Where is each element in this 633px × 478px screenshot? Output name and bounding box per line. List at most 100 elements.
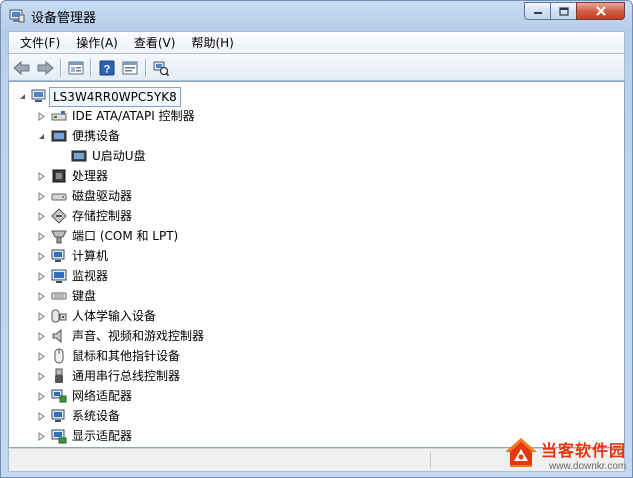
tree-node[interactable]: 鼠标和其他指针设备 bbox=[9, 346, 624, 366]
tree-node[interactable]: 监视器 bbox=[9, 266, 624, 286]
forward-button[interactable] bbox=[35, 58, 55, 78]
update-driver-button[interactable] bbox=[120, 58, 140, 78]
expand-arrow-icon[interactable] bbox=[37, 352, 46, 361]
expand-arrow-icon[interactable] bbox=[37, 212, 46, 221]
window-title: 设备管理器 bbox=[31, 11, 97, 26]
expand-arrow-icon[interactable] bbox=[37, 432, 46, 441]
tree-node[interactable]: 人体学输入设备 bbox=[9, 306, 624, 326]
expand-arrow-icon[interactable] bbox=[37, 232, 46, 241]
tree-node-label[interactable]: IDE ATA/ATAPI 控制器 bbox=[72, 108, 195, 124]
tree-node[interactable]: 磁盘驱动器 bbox=[9, 186, 624, 206]
title-bar[interactable]: 设备管理器 bbox=[1, 1, 632, 29]
properties-icon bbox=[68, 61, 84, 75]
house-logo-icon bbox=[505, 438, 537, 467]
toolbar-separator bbox=[60, 59, 61, 77]
tree-node-label[interactable]: 端口 (COM 和 LPT) bbox=[72, 228, 178, 244]
expand-arrow-icon[interactable] bbox=[37, 112, 46, 121]
minimize-icon bbox=[533, 12, 542, 14]
expand-arrow-icon[interactable] bbox=[37, 272, 46, 281]
tree-node-label[interactable]: 监视器 bbox=[72, 268, 108, 284]
collapse-arrow-icon[interactable] bbox=[18, 92, 27, 101]
tree-node[interactable]: 声音、视频和游戏控制器 bbox=[9, 326, 624, 346]
tree-node-label[interactable]: 键盘 bbox=[72, 288, 96, 304]
help-icon: ? bbox=[99, 60, 115, 76]
tree-node-label[interactable]: 声音、视频和游戏控制器 bbox=[72, 328, 204, 344]
forward-arrow-icon bbox=[37, 61, 54, 75]
display-adapter-icon bbox=[51, 429, 67, 444]
hid-icon bbox=[51, 309, 67, 323]
tree-node[interactable]: 计算机 bbox=[9, 246, 624, 266]
tree-node[interactable]: 存储控制器 bbox=[9, 206, 624, 226]
properties-button[interactable] bbox=[66, 58, 86, 78]
tree-node-label[interactable]: 网络适配器 bbox=[72, 388, 132, 404]
tree-node[interactable]: 便携设备 bbox=[9, 126, 624, 146]
menu-action[interactable]: 操作(A) bbox=[70, 33, 124, 53]
expand-arrow-icon[interactable] bbox=[37, 192, 46, 201]
tree-node[interactable]: 网络适配器 bbox=[9, 386, 624, 406]
menu-bar: 文件(F) 操作(A) 查看(V) 帮助(H) bbox=[8, 31, 625, 53]
tree-node-label[interactable]: 人体学输入设备 bbox=[72, 308, 156, 324]
close-button[interactable] bbox=[576, 2, 625, 20]
computer-icon bbox=[31, 89, 46, 102]
computer-name[interactable]: LS3W4RR0WPC5YK8 bbox=[49, 87, 181, 107]
processor-icon bbox=[52, 169, 66, 183]
menu-file[interactable]: 文件(F) bbox=[14, 33, 66, 53]
tree-node-label[interactable]: 系统设备 bbox=[72, 408, 120, 424]
tree-node-label[interactable]: 便携设备 bbox=[72, 128, 120, 144]
tree-node-child[interactable]: U启动U盘 bbox=[9, 146, 624, 166]
device-tree[interactable]: LS3W4RR0WPC5YK8 IDE ATA/ATAPI 控制器 便携设备 U… bbox=[8, 81, 625, 448]
expand-arrow-icon[interactable] bbox=[37, 312, 46, 321]
tree-node[interactable]: 键盘 bbox=[9, 286, 624, 306]
menu-help[interactable]: 帮助(H) bbox=[185, 33, 239, 53]
maximize-icon bbox=[558, 6, 569, 16]
tree-node[interactable]: 处理器 bbox=[9, 166, 624, 186]
monitor-icon bbox=[51, 269, 67, 283]
tree-node-label[interactable]: 鼠标和其他指针设备 bbox=[72, 348, 180, 364]
status-cell bbox=[11, 452, 431, 468]
tree-node-label[interactable]: 磁盘驱动器 bbox=[72, 188, 132, 204]
expand-arrow-icon[interactable] bbox=[37, 332, 46, 341]
back-button[interactable] bbox=[12, 58, 32, 78]
expand-arrow-icon[interactable] bbox=[37, 372, 46, 381]
collapse-arrow-icon[interactable] bbox=[37, 132, 46, 141]
tree-node[interactable]: 系统设备 bbox=[9, 406, 624, 426]
tree-node-label[interactable]: 通用串行总线控制器 bbox=[72, 368, 180, 384]
watermark-url: www.downkr.com bbox=[549, 461, 627, 472]
disk-drive-icon bbox=[51, 193, 67, 201]
expand-arrow-icon[interactable] bbox=[37, 172, 46, 181]
port-icon bbox=[51, 230, 67, 244]
tree-node-label[interactable]: 存储控制器 bbox=[72, 208, 132, 224]
expand-arrow-icon[interactable] bbox=[37, 292, 46, 301]
expand-arrow-icon[interactable] bbox=[37, 392, 46, 401]
usb-controller-icon bbox=[55, 368, 63, 383]
tree-node[interactable]: IDE ATA/ATAPI 控制器 bbox=[9, 106, 624, 126]
maximize-button[interactable] bbox=[550, 2, 577, 20]
status-cell bbox=[433, 452, 513, 468]
tree-node-label[interactable]: 处理器 bbox=[72, 168, 108, 184]
tree-root[interactable]: LS3W4RR0WPC5YK8 bbox=[9, 86, 624, 107]
storage-controller-icon bbox=[51, 208, 67, 224]
tree-node-label[interactable]: U启动U盘 bbox=[92, 148, 146, 164]
menu-view[interactable]: 查看(V) bbox=[128, 33, 182, 53]
help-button[interactable]: ? bbox=[97, 58, 117, 78]
scan-hardware-icon bbox=[153, 61, 169, 76]
site-watermark: 当客软件园 www.downkr.com bbox=[503, 433, 633, 477]
tree-node[interactable]: 通用串行总线控制器 bbox=[9, 366, 624, 386]
ide-controller-icon bbox=[51, 111, 67, 121]
tree-node-label[interactable]: 显示适配器 bbox=[72, 428, 132, 444]
computer-icon bbox=[51, 249, 65, 262]
device-manager-app-icon bbox=[9, 9, 25, 23]
sound-icon bbox=[52, 328, 62, 344]
back-arrow-icon bbox=[13, 61, 30, 75]
expand-arrow-icon[interactable] bbox=[37, 252, 46, 261]
svg-text:?: ? bbox=[104, 64, 111, 76]
scan-hardware-button[interactable] bbox=[151, 58, 171, 78]
watermark-name: 当客软件园 bbox=[541, 441, 627, 460]
network-adapter-icon bbox=[51, 389, 67, 403]
minimize-button[interactable] bbox=[524, 2, 551, 20]
system-device-icon bbox=[51, 409, 65, 422]
expand-arrow-icon[interactable] bbox=[37, 412, 46, 421]
usb-drive-icon bbox=[71, 150, 87, 162]
tree-node[interactable]: 端口 (COM 和 LPT) bbox=[9, 226, 624, 246]
tree-node-label[interactable]: 计算机 bbox=[72, 248, 108, 264]
